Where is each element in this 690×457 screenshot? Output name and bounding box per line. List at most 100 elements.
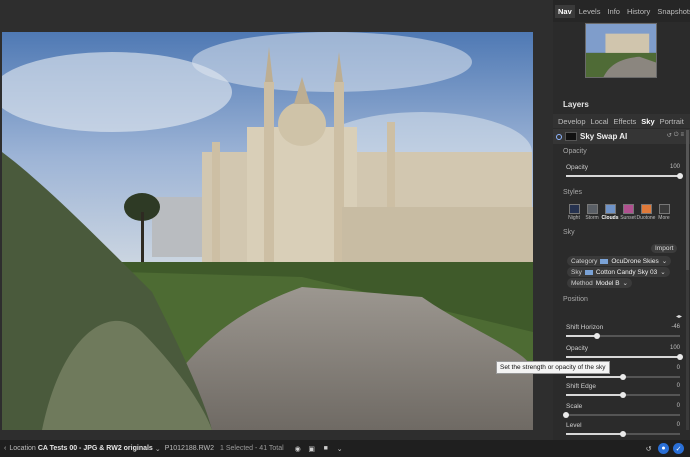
- import-button[interactable]: Import: [651, 244, 678, 253]
- style-label: Night: [568, 215, 580, 221]
- camera-icon[interactable]: ■: [322, 445, 330, 453]
- style-duotone[interactable]: Duotone: [636, 204, 656, 221]
- style-swatch: [604, 204, 616, 214]
- style-label: Storm: [585, 215, 599, 221]
- layer-name: Sky Swap AI: [580, 132, 628, 141]
- tab-nav[interactable]: Nav: [555, 4, 575, 18]
- slider-thumb[interactable]: [620, 392, 626, 398]
- category-value: OcuDrone Skies: [611, 257, 659, 265]
- tab-portrait[interactable]: Portrait: [658, 116, 686, 127]
- file-name: P1012188.RW2: [164, 445, 214, 452]
- scale-slider[interactable]: Scale 0: [563, 403, 680, 419]
- power-icon[interactable]: ⏻: [674, 132, 679, 139]
- style-more[interactable]: More: [657, 204, 671, 221]
- tab-local[interactable]: Local: [589, 116, 611, 127]
- style-night[interactable]: Night: [567, 204, 581, 221]
- eye-icon[interactable]: ◉: [294, 445, 302, 453]
- tab-levels[interactable]: Levels: [576, 5, 604, 18]
- chevron-down-icon: ⌄: [660, 269, 666, 276]
- layer-sky-swap-ai[interactable]: Sky Swap AI ↺ ⏻ ≡: [553, 129, 690, 144]
- slider-fill: [566, 433, 623, 435]
- reset-icon[interactable]: ↺: [667, 132, 672, 139]
- style-label: Duotone: [636, 215, 656, 221]
- main-photo[interactable]: [2, 32, 533, 430]
- slider-fill: [566, 356, 680, 358]
- slider-value: 100: [669, 345, 680, 351]
- style-swatch: [568, 204, 580, 214]
- level-slider[interactable]: Level 0: [566, 422, 680, 438]
- slider-track[interactable]: [566, 414, 680, 416]
- layer-controls: ↺ ⏻ ≡: [667, 132, 684, 139]
- selection-count: 1 Selected - 41 Total: [220, 445, 284, 452]
- sky-swatch: [584, 269, 593, 275]
- scrollbar-knob[interactable]: [686, 130, 689, 270]
- category-dropdown[interactable]: Category OcuDrone Skies ⌄: [567, 256, 672, 266]
- slider-fill: [566, 376, 623, 378]
- style-swatch: [640, 204, 652, 214]
- visibility-toggle-icon[interactable]: [556, 133, 562, 140]
- navigator-thumbnail[interactable]: [585, 23, 657, 78]
- slider-thumb[interactable]: [563, 412, 569, 418]
- style-clouds[interactable]: Clouds: [602, 204, 618, 221]
- slider-thumb[interactable]: [620, 374, 626, 380]
- slider-thumb[interactable]: [593, 333, 600, 339]
- opacity-slider[interactable]: Opacity 100: [566, 345, 683, 361]
- tab-snapshots[interactable]: Snapshots: [654, 5, 690, 18]
- module-tabs: Develop Local Effects Sky Portrait: [553, 114, 690, 128]
- tab-history[interactable]: History: [624, 5, 653, 18]
- checkbox-icon: [658, 204, 670, 214]
- slider-thumb[interactable]: [677, 354, 683, 360]
- shift-edge-slider[interactable]: Shift Edge 0: [566, 383, 680, 399]
- method-dropdown[interactable]: Method Model B ⌄: [567, 278, 632, 288]
- tab-info[interactable]: Info: [604, 5, 623, 18]
- view-icons: ◉ ▣ ■ ⌄: [294, 445, 344, 453]
- sync-button-icon[interactable]: ✓: [673, 443, 684, 454]
- slider-thumb[interactable]: [620, 431, 626, 437]
- slider-fill: [566, 394, 623, 396]
- location-label: Location: [9, 445, 36, 452]
- slider-fill: [566, 175, 680, 177]
- style-swatch: [622, 204, 634, 214]
- slider-value: -46: [671, 324, 680, 330]
- layer-thumbnail: [565, 132, 577, 141]
- style-sunset[interactable]: Sunset: [620, 204, 636, 221]
- section-position: Position: [563, 296, 588, 303]
- slider-label: Shift Edge: [566, 383, 596, 390]
- section-opacity: Opacity: [563, 148, 587, 155]
- slider-fill: [566, 335, 597, 337]
- chevron-down-icon: ⌄: [622, 280, 628, 287]
- tab-develop[interactable]: Develop: [556, 116, 588, 127]
- compare-icon[interactable]: ▣: [308, 445, 316, 453]
- slider-value: 100: [669, 164, 680, 170]
- panel-top-tabs: Nav Levels Info History Snapshots: [553, 0, 690, 22]
- menu-icon[interactable]: ≡: [680, 132, 684, 139]
- slider-thumb[interactable]: [677, 173, 683, 179]
- slider-label: Opacity: [566, 345, 589, 352]
- tab-sky[interactable]: Sky: [639, 116, 656, 127]
- sky-dropdown[interactable]: Sky Cotton Candy Sky 03 ⌄: [567, 267, 670, 277]
- chevron-left-icon[interactable]: ‹: [4, 445, 6, 452]
- category-label: Category: [571, 257, 598, 265]
- slider-label: Scale: [566, 403, 583, 410]
- style-label: Sunset: [620, 215, 636, 221]
- panel-scrollbar[interactable]: [686, 130, 689, 430]
- styles-row: Night Storm Clouds Sunset Duotone More: [567, 204, 671, 221]
- done-button-icon[interactable]: ●: [658, 443, 669, 454]
- location-name[interactable]: CA Tests 00 - JPG & RW2 originals: [38, 445, 153, 452]
- tab-effects[interactable]: Effects: [611, 116, 638, 127]
- slider-value: 0: [676, 403, 680, 409]
- opacity-top-slider[interactable]: Opacity 100: [566, 164, 683, 180]
- bottom-status-bar: ‹ Location CA Tests 00 - JPG & RW2 origi…: [0, 440, 690, 457]
- section-styles: Styles: [563, 189, 583, 196]
- undo-icon[interactable]: ↺: [643, 443, 654, 454]
- layers-title: Layers: [563, 100, 589, 109]
- style-storm[interactable]: Storm: [585, 204, 599, 221]
- sky-value: Cotton Candy Sky 03: [595, 268, 658, 276]
- section-sky: Sky: [563, 229, 575, 236]
- slider-label: Shift Horizon: [566, 324, 604, 331]
- chevron-down-icon[interactable]: ⌄: [155, 445, 161, 453]
- slider-label: Level: [566, 422, 582, 429]
- chevron-down-icon[interactable]: ⌄: [336, 445, 344, 453]
- move-arrows-icon[interactable]: ◂▸: [676, 313, 682, 320]
- shift-horizon-slider[interactable]: Shift Horizon -46: [566, 324, 680, 340]
